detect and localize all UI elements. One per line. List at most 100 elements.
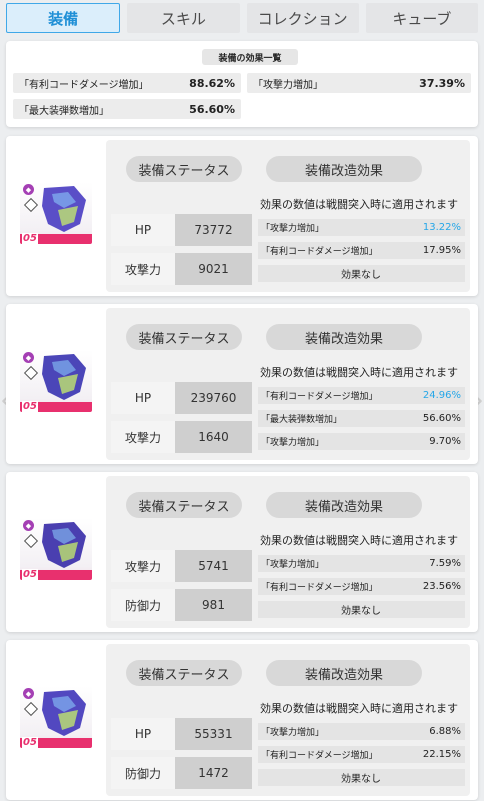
equipment-status-header: 装備ステータス (126, 660, 242, 686)
equipment-mod-header: 装備改造効果 (266, 492, 422, 518)
stat-value: 239760 (175, 382, 252, 414)
stat-row: 防御力 1472 (111, 757, 252, 789)
equipment-item-icon (42, 522, 86, 568)
stat-label: HP (111, 214, 175, 246)
stat-label: 攻撃力 (111, 550, 175, 582)
effect-row: 「有利コードダメージ増加」 17.95% (258, 242, 465, 259)
tab-collection[interactable]: コレクション (246, 3, 359, 33)
tab-equipment[interactable]: 装備 (6, 3, 121, 33)
equipment-level: 05 (22, 233, 38, 244)
equipment-thumbnail[interactable]: ◆ 05 (20, 350, 92, 412)
stat-value: 981 (175, 589, 252, 621)
equipment-card: ◆ 05 装備ステータス 装備改造効果 HP 73772 攻撃力 9021 効果… (6, 136, 478, 296)
equipment-item-icon (42, 354, 86, 400)
stat-value: 5741 (175, 550, 252, 582)
effect-row: 効果なし (258, 769, 465, 786)
effect-row: 「攻撃力増加」 13.22% (258, 219, 465, 236)
summary-item-label: 「攻撃力増加」 (253, 79, 323, 91)
equipment-item-icon (42, 186, 86, 232)
rarity-badge-icon: ◆ (23, 352, 34, 363)
equipment-status-header: 装備ステータス (126, 156, 242, 182)
stat-label: HP (111, 382, 175, 414)
effect-note: 効果の数値は戦闘突入時に適用されます (260, 702, 458, 715)
stat-label: 防御力 (111, 757, 175, 789)
stat-row: 攻撃力 9021 (111, 253, 252, 285)
effect-value: 24.96% (422, 390, 461, 401)
effect-label: 「攻撃力増加」 (261, 438, 325, 448)
effect-label: 「攻撃力増加」 (261, 224, 325, 234)
effect-label: 「最大装弾数増加」 (261, 415, 343, 425)
effect-value: 7.59% (429, 558, 461, 569)
effect-row: 「攻撃力増加」 6.88% (258, 723, 465, 740)
summary-item-value: 56.60% (189, 102, 235, 116)
summary-title: 装備の効果一覧 (202, 49, 298, 65)
effect-value: 22.15% (422, 749, 461, 760)
stat-value: 55331 (175, 718, 252, 750)
stat-value: 9021 (175, 253, 252, 285)
equipment-detail-panel: 装備ステータス 装備改造効果 HP 73772 攻撃力 9021 効果の数値は戦… (106, 140, 470, 292)
effect-value: 17.95% (422, 245, 461, 256)
effect-value: 9.70% (429, 436, 461, 447)
tab-skill[interactable]: スキル (127, 3, 240, 33)
stat-row: 攻撃力 1640 (111, 421, 252, 453)
equipment-effect-summary: 装備の効果一覧 「有利コードダメージ増加」 88.62% 「攻撃力増加」 37.… (6, 41, 478, 127)
tab-bar: 装備 スキル コレクション キューブ (6, 3, 478, 33)
effect-row: 「攻撃力増加」 9.70% (258, 433, 465, 450)
summary-item: 「最大装弾数増加」 56.60% (13, 99, 241, 119)
equipment-detail-panel: 装備ステータス 装備改造効果 HP 55331 防御力 1472 効果の数値は戦… (106, 644, 470, 796)
equipment-thumbnail[interactable]: ◆ 05 (20, 518, 92, 580)
effect-row: 「有利コードダメージ増加」 24.96% (258, 387, 465, 404)
stat-row: HP 55331 (111, 718, 252, 750)
equipment-card: ◆ 05 装備ステータス 装備改造効果 攻撃力 5741 防御力 981 効果の… (6, 472, 478, 632)
rarity-badge-icon: ◆ (23, 688, 34, 699)
stat-value: 1640 (175, 421, 252, 453)
effect-note: 効果の数値は戦闘突入時に適用されます (260, 198, 458, 211)
effect-label: 「有利コードダメージ増加」 (261, 392, 378, 402)
equipment-status-header: 装備ステータス (126, 492, 242, 518)
stat-value: 73772 (175, 214, 252, 246)
effect-value: 13.22% (422, 222, 461, 233)
equipment-level: 05 (22, 569, 38, 580)
effect-row: 「有利コードダメージ増加」 22.15% (258, 746, 465, 763)
equipment-level: 05 (22, 737, 38, 748)
effect-row: 「最大装弾数増加」 56.60% (258, 410, 465, 427)
effect-note: 効果の数値は戦闘突入時に適用されます (260, 534, 458, 547)
tab-cube[interactable]: キューブ (365, 3, 478, 33)
summary-item-label: 「有利コードダメージ増加」 (19, 79, 149, 91)
stat-label: 防御力 (111, 589, 175, 621)
effect-row: 「攻撃力増加」 7.59% (258, 555, 465, 572)
summary-item: 「攻撃力増加」 37.39% (247, 73, 471, 93)
equipment-thumbnail[interactable]: ◆ 05 (20, 182, 92, 244)
equipment-level: 05 (22, 401, 38, 412)
effect-row: 「有利コードダメージ増加」 23.56% (258, 578, 465, 595)
equipment-mod-header: 装備改造効果 (266, 156, 422, 182)
effect-label: 「有利コードダメージ増加」 (261, 751, 378, 761)
equipment-status-header: 装備ステータス (126, 324, 242, 350)
stat-label: HP (111, 718, 175, 750)
summary-item-label: 「最大装弾数増加」 (19, 105, 109, 117)
equipment-card: ◆ 05 装備ステータス 装備改造効果 HP 55331 防御力 1472 効果… (6, 640, 478, 800)
effect-label: 「攻撃力増加」 (261, 560, 325, 570)
stat-value: 1472 (175, 757, 252, 789)
equipment-detail-panel: 装備ステータス 装備改造効果 攻撃力 5741 防御力 981 効果の数値は戦闘… (106, 476, 470, 628)
rarity-badge-icon: ◆ (23, 184, 34, 195)
stat-row: HP 239760 (111, 382, 252, 414)
equipment-mod-header: 装備改造効果 (266, 660, 422, 686)
effect-label: 効果なし (341, 606, 381, 617)
stat-row: 防御力 981 (111, 589, 252, 621)
equipment-thumbnail[interactable]: ◆ 05 (20, 686, 92, 748)
equipment-card: ◆ 05 装備ステータス 装備改造効果 HP 239760 攻撃力 1640 効… (6, 304, 478, 464)
rarity-badge-icon: ◆ (23, 520, 34, 531)
equipment-mod-header: 装備改造効果 (266, 324, 422, 350)
effect-label: 「有利コードダメージ増加」 (261, 583, 378, 593)
effect-label: 効果なし (341, 774, 381, 785)
equipment-item-icon (42, 690, 86, 736)
stat-row: HP 73772 (111, 214, 252, 246)
effect-row: 効果なし (258, 601, 465, 618)
effect-value: 6.88% (429, 726, 461, 737)
summary-item: 「有利コードダメージ増加」 88.62% (13, 73, 241, 93)
summary-item-value: 37.39% (419, 76, 465, 90)
effect-label: 「攻撃力増加」 (261, 728, 325, 738)
effect-row: 効果なし (258, 265, 465, 282)
stat-row: 攻撃力 5741 (111, 550, 252, 582)
